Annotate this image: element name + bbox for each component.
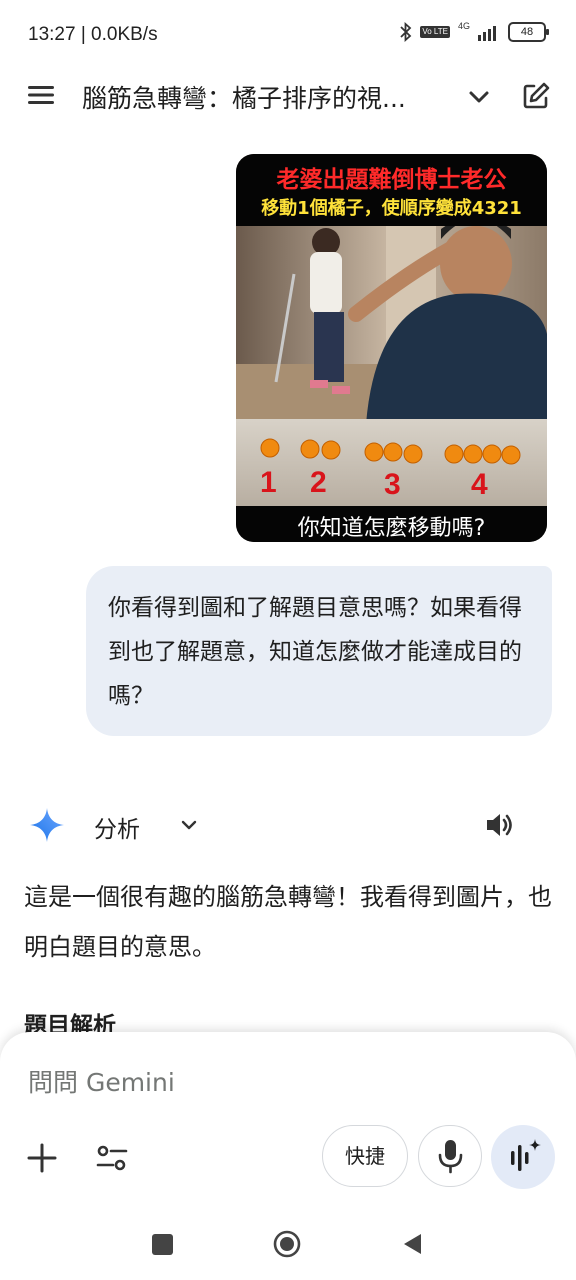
image-caption-question: 你知道怎麼移動嗎? xyxy=(297,516,486,541)
bluetooth-icon xyxy=(400,22,412,42)
recent-apps-button[interactable] xyxy=(152,1234,173,1255)
tools-icon[interactable] xyxy=(94,1140,130,1176)
orange-group-label: 4 xyxy=(471,468,488,501)
back-button[interactable] xyxy=(401,1232,423,1256)
status-time: 13:27 | 0.0KB/s xyxy=(28,24,158,45)
image-caption-title: 老婆出題難倒博士老公 xyxy=(276,167,507,193)
network-type: 4G xyxy=(457,21,470,31)
battery-indicator: 48 xyxy=(508,22,549,42)
orange-group-label: 2 xyxy=(310,466,327,499)
chevron-down-icon[interactable] xyxy=(464,82,494,112)
response-header: 分析 xyxy=(0,800,576,850)
prompt-input[interactable] xyxy=(28,1068,428,1097)
chat-title[interactable]: 腦筋急轉彎：橘子排序的視... xyxy=(82,79,442,115)
live-voice-button[interactable] xyxy=(491,1125,555,1189)
chevron-down-icon[interactable] xyxy=(178,814,200,836)
status-icons: Vo LTE 4G 48 xyxy=(400,21,549,42)
model-mode-label[interactable]: 分析 xyxy=(94,810,140,844)
shortcut-button[interactable]: 快捷 xyxy=(322,1125,408,1187)
orange-group-label: 1 xyxy=(260,466,277,499)
user-message-text: 你看得到圖和了解題目意思嗎？如果看得到也了解題意，知道怎麼做才能達成目的嗎？ xyxy=(108,595,522,709)
signal-icon xyxy=(478,26,496,41)
gemini-sparkle-icon xyxy=(30,808,64,842)
mic-button[interactable] xyxy=(418,1125,482,1187)
microphone-icon xyxy=(438,1140,463,1174)
user-message-bubble: 你看得到圖和了解題目意思嗎？如果看得到也了解題意，知道怎麼做才能達成目的嗎？ xyxy=(86,566,552,736)
new-chat-edit-icon[interactable] xyxy=(520,80,552,112)
uploaded-image[interactable]: 老婆出題難倒博士老公 移動1個橘子，使順序變成4321 1 2 3 4 你知道怎… xyxy=(236,154,547,542)
response-paragraph: 這是一個很有趣的腦筋急轉彎！我看得到圖片，也明白題目的意思。 xyxy=(24,883,552,961)
image-caption-subtitle: 移動1個橘子，使順序變成4321 xyxy=(261,198,522,219)
status-bar: 13:27 | 0.0KB/s Vo LTE 4G 48 xyxy=(0,0,576,72)
orange-group-label: 3 xyxy=(384,468,401,501)
app-header: 腦筋急轉彎：橘子排序的視... xyxy=(0,64,576,128)
add-attachment-plus-icon[interactable] xyxy=(24,1140,60,1176)
speaker-icon[interactable] xyxy=(484,810,516,840)
volte-icon: Vo LTE xyxy=(420,26,450,38)
home-button[interactable] xyxy=(273,1230,301,1258)
menu-icon[interactable] xyxy=(26,80,56,110)
live-waveform-icon xyxy=(511,1139,541,1171)
